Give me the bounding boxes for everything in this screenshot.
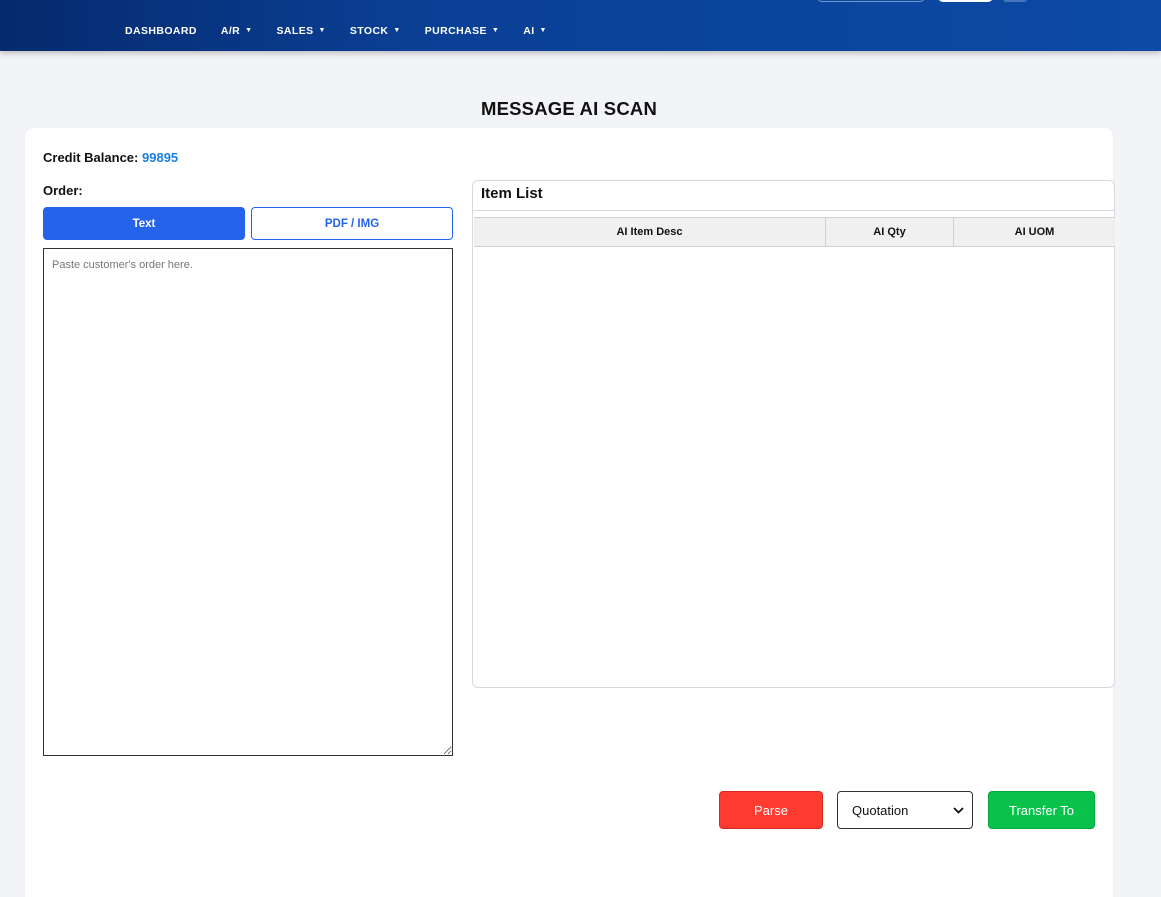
nav-dashboard[interactable]: DASHBOARD	[125, 25, 197, 37]
nav-label: STOCK	[349, 25, 389, 37]
column-header-ai-qty[interactable]: AI Qty	[826, 218, 954, 246]
item-list-title: Item List	[481, 185, 543, 202]
column-header-ai-uom[interactable]: AI UOM	[954, 218, 1115, 246]
topbar-action-button[interactable]	[938, 0, 993, 2]
pdf-img-tab-button[interactable]: PDF / IMG	[251, 207, 453, 240]
nav-ai[interactable]: AI ▼	[523, 25, 547, 37]
credit-balance-value: 99895	[142, 150, 179, 165]
nav-label: PURCHASE	[424, 25, 487, 37]
nav-ar[interactable]: A/R ▼	[221, 25, 253, 37]
page-title: MESSAGE AI SCAN	[480, 98, 658, 119]
nav-label: SALES	[276, 25, 314, 37]
topbar-search-field[interactable]	[817, 0, 925, 2]
order-label: Order:	[43, 183, 83, 198]
text-tab-button[interactable]: Text	[43, 207, 245, 240]
divider	[473, 210, 1114, 211]
nav-label: AI	[523, 25, 535, 37]
credit-balance: Credit Balance: 99895	[43, 150, 178, 165]
parse-button[interactable]: Parse	[719, 791, 823, 829]
caret-down-icon: ▼	[245, 27, 253, 34]
nav-label: DASHBOARD	[125, 25, 197, 37]
nav-stock[interactable]: STOCK ▼	[350, 25, 401, 37]
item-list-panel: Item List AI Item Desc AI Qty AI UOM	[472, 180, 1115, 688]
chevron-down-icon	[953, 806, 964, 814]
transfer-type-select[interactable]: Quotation	[837, 791, 973, 829]
credit-balance-label: Credit Balance:	[43, 150, 139, 165]
nav-purchase[interactable]: PURCHASE ▼	[425, 25, 499, 37]
item-table-header: AI Item Desc AI Qty AI UOM	[474, 217, 1115, 247]
topbar-menu-button[interactable]	[1003, 0, 1027, 2]
nav-sales[interactable]: SALES ▼	[277, 25, 326, 37]
column-header-ai-item-desc[interactable]: AI Item Desc	[474, 218, 826, 246]
caret-down-icon: ▼	[539, 27, 547, 34]
caret-down-icon: ▼	[491, 27, 500, 34]
transfer-to-button[interactable]: Transfer To	[988, 791, 1095, 829]
main-nav: DASHBOARD A/R ▼ SALES ▼ STOCK ▼ PURCHASE ▼ A…	[125, 25, 547, 37]
order-textarea[interactable]	[43, 248, 453, 756]
caret-down-icon: ▼	[318, 27, 326, 34]
transfer-type-selected: Quotation	[852, 802, 909, 818]
caret-down-icon: ▼	[393, 27, 401, 34]
nav-label: A/R	[220, 25, 241, 37]
top-navbar: DASHBOARD A/R ▼ SALES ▼ STOCK ▼ PURCHASE ▼ A…	[0, 0, 1161, 51]
